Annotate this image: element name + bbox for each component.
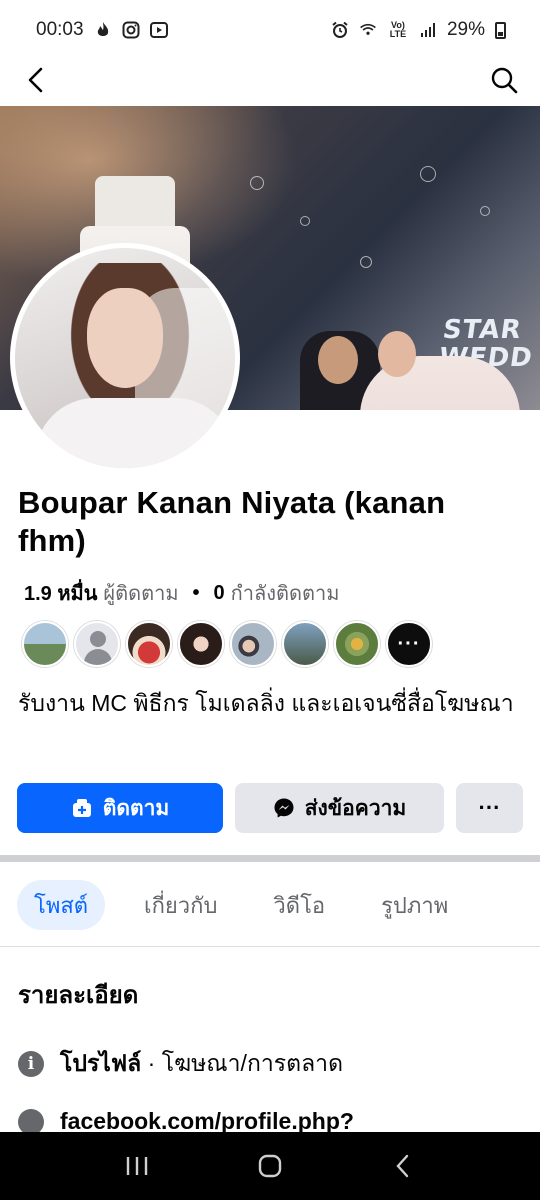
tab-videos[interactable]: วิดีโอ bbox=[256, 880, 342, 930]
status-bar: 00:03 Vo) LTE 29% bbox=[0, 0, 540, 60]
status-time: 00:03 bbox=[36, 19, 84, 40]
tab-posts[interactable]: โพสต์ bbox=[17, 880, 106, 930]
follow-button[interactable]: ติดตาม bbox=[17, 783, 223, 833]
follower-avatar-default[interactable] bbox=[74, 621, 120, 667]
profile-name: Boupar Kanan Niyata (kanan fhm) bbox=[18, 485, 446, 558]
stats-separator: • bbox=[192, 581, 200, 604]
category-separator: · bbox=[147, 1050, 156, 1076]
message-button[interactable]: ส่งข้อความ bbox=[235, 783, 444, 833]
detail-link[interactable]: facebook.com/profile.php? bbox=[18, 1108, 354, 1135]
bubble bbox=[250, 176, 264, 190]
search-icon bbox=[491, 67, 518, 94]
more-options-button[interactable]: ··· bbox=[456, 783, 523, 833]
profile-tabs: โพสต์ เกี่ยวกับ วิดีโอ รูปภาพ bbox=[17, 880, 465, 930]
messenger-icon bbox=[274, 798, 294, 818]
link-icon bbox=[18, 1108, 44, 1135]
home-icon bbox=[258, 1154, 282, 1178]
volte-icon: Vo) LTE bbox=[389, 20, 407, 39]
following-count[interactable]: 0 bbox=[214, 582, 225, 605]
groom-head bbox=[318, 336, 358, 384]
followers-label[interactable]: ผู้ติดตาม bbox=[103, 577, 178, 609]
app-bar bbox=[0, 60, 540, 106]
follower-avatar[interactable] bbox=[230, 621, 276, 667]
bride-head bbox=[378, 331, 416, 377]
battery-icon bbox=[495, 21, 506, 39]
follow-icon bbox=[72, 799, 91, 817]
instagram-icon bbox=[122, 21, 140, 39]
follow-label: ติดตาม bbox=[102, 796, 170, 820]
tab-photos[interactable]: รูปภาพ bbox=[364, 880, 465, 930]
status-left: 00:03 bbox=[36, 19, 168, 41]
detail-category: i โปรไฟล์ · โฆษณา/การตลาด bbox=[18, 1046, 343, 1082]
details-heading: รายละเอียด bbox=[18, 982, 139, 1009]
status-right: Vo) LTE 29% bbox=[331, 19, 506, 41]
wifi-calling-icon bbox=[359, 21, 377, 39]
follower-avatars[interactable]: ··· bbox=[22, 621, 432, 667]
bubble bbox=[300, 216, 310, 226]
category-label: โปรไฟล์ bbox=[60, 1050, 142, 1076]
follower-avatar[interactable] bbox=[282, 621, 328, 667]
followers-count[interactable]: 1.9 หมื่น bbox=[24, 577, 97, 609]
avatar-dress bbox=[35, 398, 235, 468]
recents-icon bbox=[126, 1157, 147, 1175]
follower-avatar[interactable] bbox=[178, 621, 224, 667]
category-value: โฆษณา/การตลาด bbox=[161, 1050, 344, 1076]
search-button[interactable] bbox=[486, 62, 522, 98]
recents-button[interactable] bbox=[107, 1136, 167, 1196]
media-icon bbox=[149, 21, 168, 39]
bubble bbox=[480, 206, 490, 216]
tabs-divider bbox=[0, 946, 540, 947]
more-followers-button[interactable]: ··· bbox=[386, 621, 432, 667]
fire-icon bbox=[94, 21, 112, 39]
following-label[interactable]: กำลังติดตาม bbox=[231, 577, 340, 609]
tab-about[interactable]: เกี่ยวกับ bbox=[127, 880, 234, 930]
battery-percent: 29% bbox=[446, 19, 485, 40]
signal-icon bbox=[419, 21, 437, 39]
profile-bio: รับงาน MC พิธีกร โมเดลลิ่ง และเอเจนซี่สื… bbox=[18, 690, 514, 716]
avatar-face bbox=[87, 288, 163, 388]
system-back-button[interactable] bbox=[373, 1136, 433, 1196]
bubble bbox=[360, 256, 372, 268]
follower-avatar[interactable] bbox=[22, 621, 68, 667]
home-button[interactable] bbox=[240, 1136, 300, 1196]
back-arrow-icon bbox=[28, 67, 43, 93]
alarm-icon bbox=[331, 21, 349, 39]
follower-avatar[interactable] bbox=[126, 621, 172, 667]
message-label: ส่งข้อความ bbox=[304, 796, 407, 820]
bubble bbox=[420, 166, 436, 182]
follower-avatar[interactable] bbox=[334, 621, 380, 667]
system-nav-bar bbox=[0, 1132, 540, 1200]
back-button[interactable] bbox=[18, 62, 54, 98]
profile-stats: 1.9 หมื่น ผู้ติดตาม • 0 กำลังติดตาม bbox=[24, 577, 339, 609]
avatar-photo bbox=[15, 248, 235, 468]
profile-link[interactable]: facebook.com/profile.php? bbox=[60, 1108, 354, 1135]
profile-avatar[interactable] bbox=[10, 243, 240, 473]
info-icon: i bbox=[18, 1051, 44, 1077]
back-icon bbox=[396, 1154, 409, 1178]
section-divider bbox=[0, 855, 540, 862]
